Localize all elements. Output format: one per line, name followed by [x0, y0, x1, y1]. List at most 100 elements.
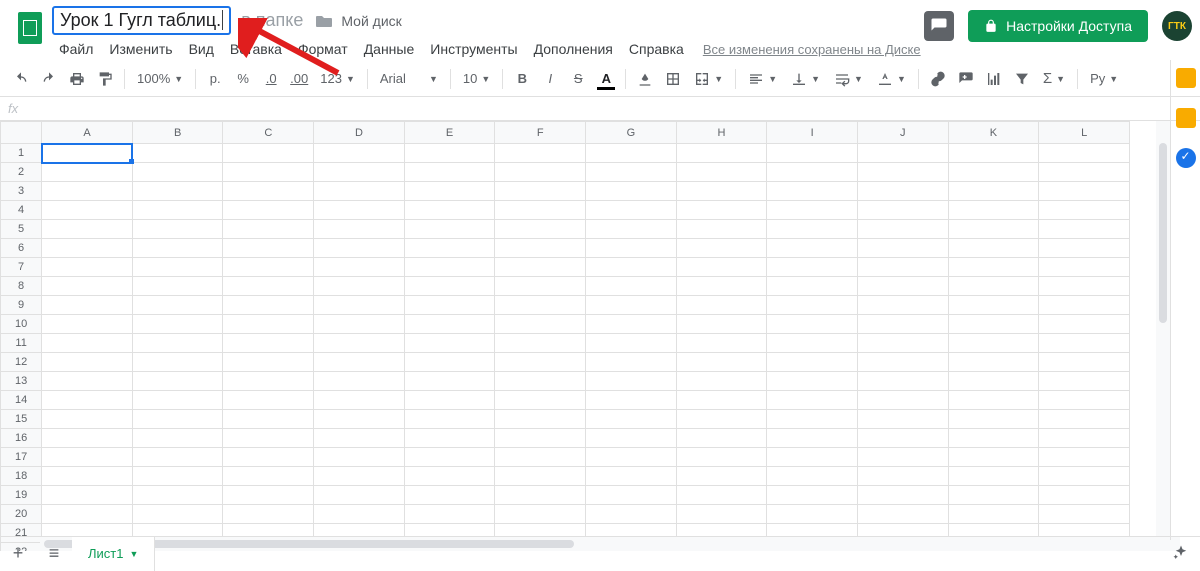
- cell[interactable]: [314, 182, 405, 201]
- cell[interactable]: [314, 429, 405, 448]
- cell[interactable]: [676, 353, 767, 372]
- text-color-button[interactable]: A: [593, 66, 619, 92]
- cell[interactable]: [495, 505, 586, 524]
- cell[interactable]: [586, 391, 677, 410]
- cell[interactable]: [586, 448, 677, 467]
- cell[interactable]: [132, 277, 223, 296]
- cell[interactable]: [495, 239, 586, 258]
- menu-help[interactable]: Справка: [622, 37, 691, 61]
- cell[interactable]: [495, 182, 586, 201]
- insert-comment-button[interactable]: [953, 66, 979, 92]
- cell[interactable]: [132, 372, 223, 391]
- percent-button[interactable]: %: [230, 66, 256, 92]
- cell[interactable]: [42, 467, 133, 486]
- cell[interactable]: [857, 277, 948, 296]
- all-sheets-button[interactable]: ≡: [36, 537, 72, 571]
- decrease-decimal-button[interactable]: .0: [258, 66, 284, 92]
- cell[interactable]: [223, 163, 314, 182]
- cell[interactable]: [767, 353, 858, 372]
- cell[interactable]: [1039, 353, 1130, 372]
- cell[interactable]: [857, 334, 948, 353]
- cell[interactable]: [857, 296, 948, 315]
- row-header[interactable]: 12: [1, 353, 42, 372]
- add-sheet-button[interactable]: +: [0, 537, 36, 571]
- cell[interactable]: [223, 505, 314, 524]
- cell[interactable]: [586, 201, 677, 220]
- cell[interactable]: [495, 372, 586, 391]
- cell[interactable]: [223, 144, 314, 163]
- currency-button[interactable]: p.: [202, 66, 228, 92]
- cell[interactable]: [314, 239, 405, 258]
- cell[interactable]: [404, 296, 495, 315]
- cell[interactable]: [767, 220, 858, 239]
- cell[interactable]: [404, 391, 495, 410]
- cell[interactable]: [404, 448, 495, 467]
- cell[interactable]: [42, 315, 133, 334]
- cell[interactable]: [586, 296, 677, 315]
- cell[interactable]: [404, 353, 495, 372]
- cell[interactable]: [948, 372, 1039, 391]
- cell[interactable]: [314, 163, 405, 182]
- cell[interactable]: [586, 353, 677, 372]
- calendar-addon-icon[interactable]: [1176, 68, 1196, 88]
- cell[interactable]: [1039, 220, 1130, 239]
- row-header[interactable]: 3: [1, 182, 42, 201]
- cell[interactable]: [676, 296, 767, 315]
- menu-tools[interactable]: Инструменты: [423, 37, 524, 61]
- borders-button[interactable]: [660, 66, 686, 92]
- cell[interactable]: [495, 144, 586, 163]
- cell[interactable]: [948, 163, 1039, 182]
- cell[interactable]: [767, 372, 858, 391]
- cell[interactable]: [948, 334, 1039, 353]
- cell[interactable]: [42, 391, 133, 410]
- column-header[interactable]: E: [404, 122, 495, 144]
- cell[interactable]: [42, 182, 133, 201]
- cell[interactable]: [314, 467, 405, 486]
- cell[interactable]: [948, 391, 1039, 410]
- cell[interactable]: [1039, 182, 1130, 201]
- cell[interactable]: [495, 448, 586, 467]
- cell[interactable]: [42, 448, 133, 467]
- cell[interactable]: [948, 239, 1039, 258]
- cell[interactable]: [132, 296, 223, 315]
- cell[interactable]: [948, 448, 1039, 467]
- cell[interactable]: [132, 334, 223, 353]
- column-header[interactable]: I: [767, 122, 858, 144]
- cell[interactable]: [495, 467, 586, 486]
- row-header[interactable]: 1: [1, 144, 42, 163]
- cell[interactable]: [857, 258, 948, 277]
- cell[interactable]: [132, 163, 223, 182]
- cell[interactable]: [857, 220, 948, 239]
- cell[interactable]: [132, 315, 223, 334]
- cell[interactable]: [314, 334, 405, 353]
- cell[interactable]: [676, 220, 767, 239]
- cell[interactable]: [857, 239, 948, 258]
- filter-button[interactable]: [1009, 66, 1035, 92]
- cell[interactable]: [132, 467, 223, 486]
- column-header[interactable]: H: [676, 122, 767, 144]
- cell[interactable]: [132, 486, 223, 505]
- cell[interactable]: [586, 239, 677, 258]
- cell[interactable]: [948, 201, 1039, 220]
- cell[interactable]: [857, 372, 948, 391]
- zoom-dropdown[interactable]: 100%▼: [131, 66, 189, 92]
- cell[interactable]: [948, 220, 1039, 239]
- cell[interactable]: [586, 467, 677, 486]
- cell[interactable]: [42, 144, 133, 163]
- cell[interactable]: [586, 144, 677, 163]
- cell[interactable]: [132, 239, 223, 258]
- cell[interactable]: [1039, 163, 1130, 182]
- cell[interactable]: [586, 486, 677, 505]
- cell[interactable]: [223, 277, 314, 296]
- cell[interactable]: [676, 467, 767, 486]
- cell[interactable]: [767, 182, 858, 201]
- select-all-corner[interactable]: [1, 122, 42, 144]
- number-format-dropdown[interactable]: 123▼: [314, 66, 361, 92]
- row-header[interactable]: 9: [1, 296, 42, 315]
- cell[interactable]: [1039, 372, 1130, 391]
- cell[interactable]: [495, 220, 586, 239]
- cell[interactable]: [132, 201, 223, 220]
- cell[interactable]: [404, 258, 495, 277]
- cell[interactable]: [586, 505, 677, 524]
- cell[interactable]: [1039, 201, 1130, 220]
